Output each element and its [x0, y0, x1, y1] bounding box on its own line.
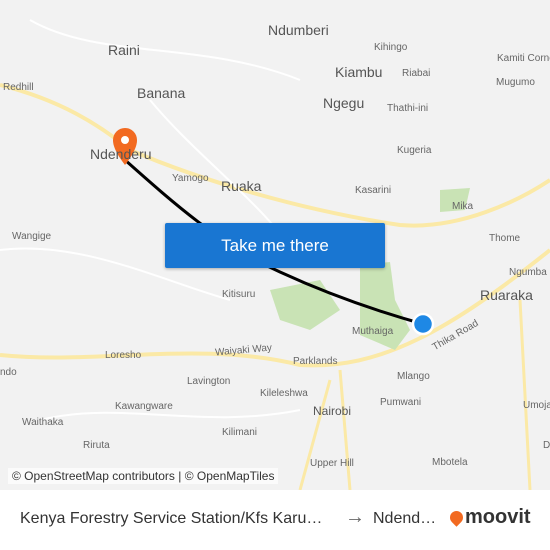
place-label: Ruaraka	[480, 287, 533, 303]
arrow-right-icon: →	[345, 506, 365, 528]
place-label: Ndumberi	[268, 22, 329, 38]
place-label: Ndenderu	[90, 146, 152, 162]
moovit-pin-icon	[447, 508, 466, 527]
origin-name: Kenya Forestry Service Station/Kfs Karu…	[20, 510, 323, 527]
place-label: Kilimani	[222, 427, 258, 438]
map[interactable]: Ndumberi Raini Kihingo Kiambu Riabai Kamiti C…	[0, 0, 550, 490]
place-label: Upper Hill	[310, 458, 354, 469]
place-label: Parklands	[293, 356, 338, 367]
destination-name: Ndend…	[373, 510, 437, 527]
place-label: Umoja	[523, 400, 550, 411]
place-label: Kileleshwa	[260, 388, 308, 399]
place-label: Kugeria	[397, 145, 432, 156]
place-label: Kamiti Corner	[497, 53, 550, 64]
place-label: Mlango	[397, 371, 430, 382]
origin-marker	[411, 312, 435, 336]
place-label: Mugumo	[496, 77, 535, 88]
map-attribution[interactable]: © OpenStreetMap contributors | © OpenMap…	[8, 468, 279, 484]
place-label: Thathi-ini	[387, 103, 429, 114]
place-label: Wangige	[12, 231, 52, 242]
place-label: Kihingo	[374, 42, 408, 53]
place-label: Ngumba	[509, 267, 547, 278]
place-label: Loresho	[105, 350, 142, 361]
place-label: Thome	[489, 233, 521, 244]
place-label: Lavington	[187, 376, 231, 387]
moovit-logo: moovit	[447, 506, 531, 529]
place-label: Ngegu	[323, 95, 365, 111]
place-label: Yamogo	[172, 173, 209, 184]
place-label: Waithaka	[22, 417, 64, 428]
place-label: Riruta	[83, 440, 110, 451]
place-label: Banana	[137, 85, 186, 101]
place-label: Redhill	[3, 82, 34, 93]
place-label: Mika	[452, 201, 474, 212]
place-label: D	[543, 440, 550, 451]
place-label: Ruaka	[221, 178, 262, 194]
place-label: ndo	[0, 367, 17, 378]
place-label: Kawangware	[115, 401, 173, 412]
place-label: Kitisuru	[222, 289, 256, 300]
place-label: Raini	[108, 42, 140, 58]
brand-text: moovit	[465, 506, 531, 528]
place-label: Kiambu	[335, 64, 383, 80]
place-label: Muthaiga	[352, 326, 394, 337]
place-label: Riabai	[402, 68, 431, 79]
take-me-there-button[interactable]: Take me there	[165, 223, 385, 268]
place-label: Nairobi	[313, 404, 352, 418]
place-label: Mbotela	[432, 457, 468, 468]
place-label: Kasarini	[355, 185, 392, 196]
place-label: Pumwani	[380, 397, 422, 408]
